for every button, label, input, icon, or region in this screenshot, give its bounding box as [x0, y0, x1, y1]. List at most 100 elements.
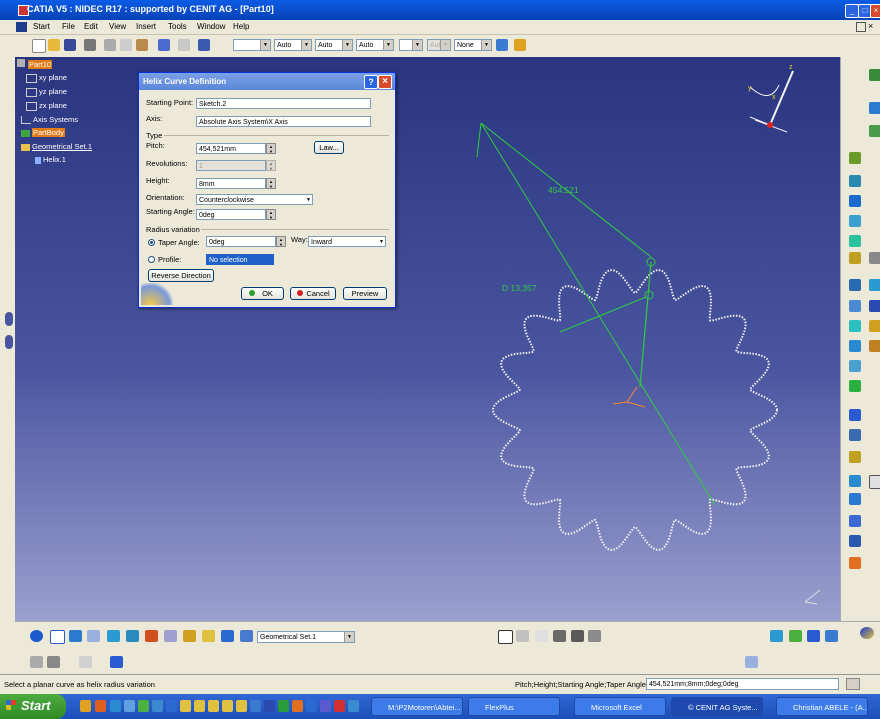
quicklaunch-icon[interactable] [95, 700, 106, 712]
taskbar-item-mail[interactable]: Christian ABELE - (A... [776, 697, 868, 716]
axis-system-tool-icon[interactable] [50, 630, 65, 644]
comment-icon[interactable] [516, 630, 529, 642]
menu-view[interactable]: View [109, 22, 126, 31]
join-icon[interactable] [849, 279, 861, 291]
search-icon[interactable] [202, 630, 215, 642]
knowledge-icon[interactable] [535, 630, 548, 642]
pan-icon[interactable] [807, 630, 820, 642]
taskbar-item-flexplus[interactable]: FlexPlus [468, 697, 560, 716]
fly-mode-icon[interactable] [770, 630, 783, 642]
transparency-combo[interactable]: Auto ▼ [274, 39, 312, 51]
paste-icon[interactable] [136, 39, 148, 51]
snap-icon[interactable] [107, 630, 120, 642]
hide-show-icon[interactable] [183, 630, 196, 642]
extract-icon[interactable] [869, 320, 880, 332]
reaction-icon[interactable] [571, 630, 584, 642]
line-thickness-combo[interactable]: Auto ▼ [315, 39, 353, 51]
close-icon[interactable]: × [870, 4, 880, 18]
profile-radio[interactable] [148, 256, 155, 263]
params-input[interactable]: 454,521mm;8mm;0deg;0deg [646, 678, 839, 690]
layer-auto-combo[interactable]: Aut ▼ [427, 39, 451, 51]
pitch-field[interactable]: 454,521mm [196, 143, 266, 154]
grid-icon[interactable] [87, 630, 100, 642]
formula-icon[interactable] [498, 630, 513, 644]
dialog-title-bar[interactable]: Helix Curve Definition ? × [139, 73, 395, 90]
quicklaunch-icon[interactable] [110, 700, 121, 712]
excel-icon[interactable] [278, 700, 289, 712]
start-button[interactable]: Start [0, 694, 66, 719]
starting-angle-spinner[interactable]: ▲ ▼ [266, 209, 276, 220]
preview-button[interactable]: Preview [343, 287, 387, 300]
quicklaunch-icon[interactable] [320, 700, 331, 712]
sweep-icon[interactable] [849, 252, 861, 264]
cube-icon[interactable] [126, 630, 139, 642]
plane-tool-icon[interactable] [849, 451, 861, 463]
folder-icon[interactable] [208, 700, 219, 712]
taskbar-item-excel[interactable]: Microsoft Excel [574, 697, 666, 716]
revolve-icon[interactable] [849, 175, 861, 187]
open-icon[interactable] [48, 39, 60, 51]
taskbar-item-catia[interactable]: © CENIT AG Syste... [671, 697, 763, 716]
law-button[interactable]: Law... [314, 141, 344, 154]
circle-icon[interactable] [849, 515, 861, 527]
graphic-properties-icon[interactable] [514, 39, 526, 51]
taper-angle-radio[interactable] [148, 239, 155, 246]
document-menu-icon[interactable] [16, 22, 27, 32]
dialog-close-icon[interactable]: × [378, 75, 392, 89]
minimize-icon[interactable]: _ [845, 4, 859, 18]
sketcher-icon[interactable] [869, 69, 880, 81]
cut-icon[interactable] [104, 39, 116, 51]
profile-field[interactable]: No selection [206, 254, 274, 265]
taskbar-item-explorer[interactable]: M:\P2Motoren\Abtei... [371, 697, 463, 716]
fill-icon[interactable] [869, 252, 880, 264]
work-on-support-icon[interactable] [69, 630, 82, 642]
height-spinner[interactable]: ▲ ▼ [266, 178, 276, 189]
quicklaunch-icon[interactable] [152, 700, 163, 712]
pitch-annotation[interactable]: 454,521 [548, 185, 579, 195]
redo-icon[interactable] [178, 39, 190, 51]
rotate-icon[interactable] [849, 380, 861, 392]
taper-angle-field[interactable]: 0deg [206, 236, 276, 247]
height-field[interactable]: 8mm [196, 178, 266, 189]
offset-icon[interactable] [849, 235, 861, 247]
intersection-icon[interactable] [869, 475, 880, 489]
line-icon[interactable] [869, 125, 880, 137]
way-select[interactable]: Inward ▼ [308, 236, 386, 247]
print-icon[interactable] [84, 39, 96, 51]
copy-icon[interactable] [120, 39, 132, 51]
projection-icon[interactable] [849, 475, 861, 487]
revolutions-field[interactable]: 1 [196, 160, 266, 171]
doc-restore-icon[interactable] [856, 22, 866, 32]
translate-icon[interactable] [849, 360, 861, 372]
tree-root-part10[interactable]: Part10 [28, 60, 53, 69]
cylinder-icon[interactable] [849, 215, 861, 227]
line-tool-icon[interactable] [849, 429, 861, 441]
format-painter-icon[interactable] [496, 39, 508, 51]
quicklaunch-icon[interactable] [348, 700, 359, 712]
geometrical-set-combo[interactable]: Geometrical Set.1 ▼ [257, 631, 355, 643]
menu-start[interactable]: Start [33, 22, 50, 31]
menu-insert[interactable]: Insert [136, 22, 156, 31]
quicklaunch-icon[interactable] [334, 700, 345, 712]
power-input-icon[interactable] [846, 678, 860, 690]
word-icon[interactable] [264, 700, 275, 712]
tree-item-yz-plane[interactable]: yz plane [26, 87, 67, 97]
split-icon[interactable] [849, 300, 861, 312]
revolutions-spinner[interactable]: ▲ ▼ [266, 160, 276, 171]
spline-icon[interactable] [849, 535, 861, 547]
measure-icon[interactable] [164, 630, 177, 642]
extrude-icon[interactable] [849, 152, 861, 164]
sketch-analysis-icon[interactable] [30, 656, 43, 668]
tree-item-axis-systems[interactable]: Axis Systems [21, 115, 78, 125]
tree-item-partbody[interactable]: PartBody [21, 128, 65, 137]
menu-help[interactable]: Help [233, 22, 249, 31]
orientation-select[interactable]: Counterclockwise ▼ [196, 194, 313, 205]
healing-icon[interactable] [869, 279, 880, 291]
rotate-view-icon[interactable] [825, 630, 838, 642]
analysis-icon[interactable] [145, 630, 158, 642]
instantiate-icon[interactable] [240, 630, 253, 642]
quicklaunch-icon[interactable] [124, 700, 135, 712]
color-combo[interactable]: ▼ [233, 39, 271, 51]
folder-icon[interactable] [236, 700, 247, 712]
boundary-icon[interactable] [849, 320, 861, 332]
